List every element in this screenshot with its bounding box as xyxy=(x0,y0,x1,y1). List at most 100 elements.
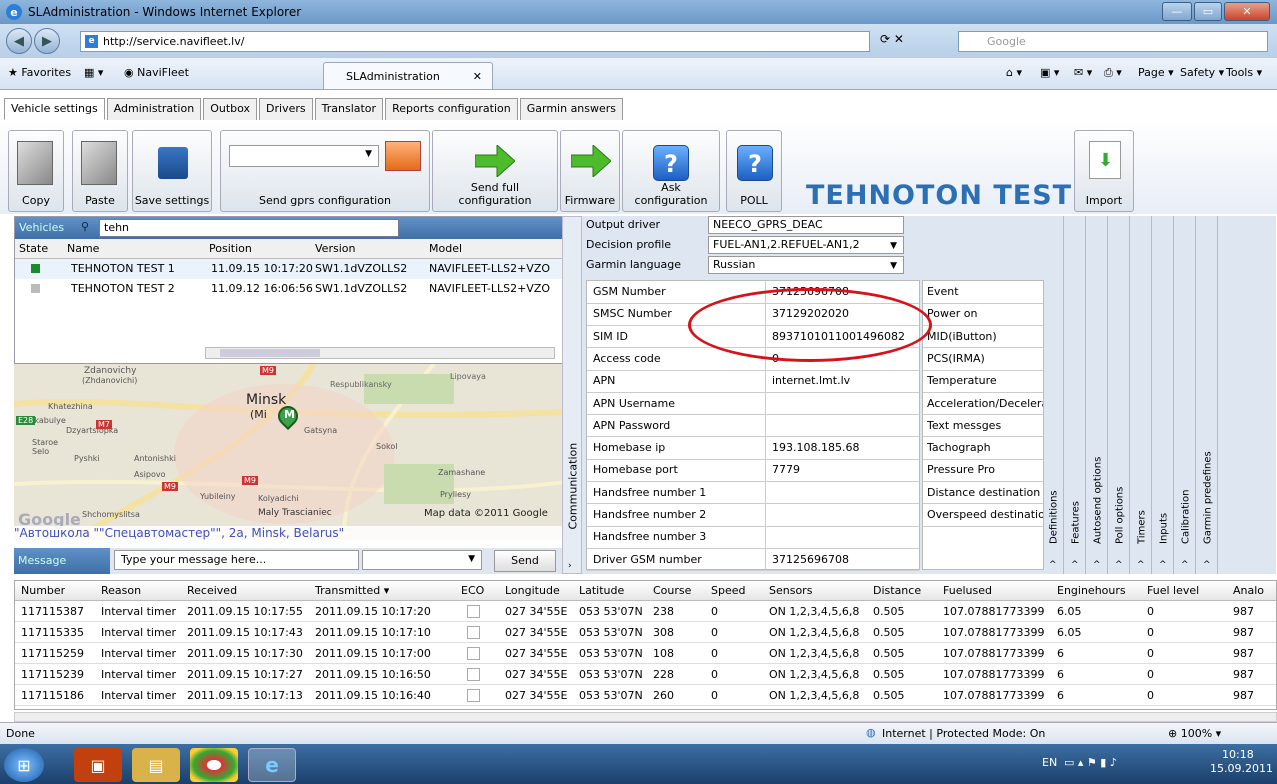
paste-button[interactable]: Paste xyxy=(72,130,128,212)
tab-autosend-options[interactable]: Autosend options ^ xyxy=(1088,216,1108,574)
tab-features[interactable]: Features ^ xyxy=(1066,216,1086,574)
ask-configuration-button[interactable]: ? Ask configuration xyxy=(622,130,720,212)
tools-menu[interactable]: Tools ▾ xyxy=(1226,66,1262,79)
col-fuel-level[interactable]: Fuel level xyxy=(1147,584,1199,597)
forward-button[interactable]: ▶ xyxy=(34,28,60,54)
message-template-select[interactable]: ▼ xyxy=(362,550,482,570)
maximize-button[interactable]: ▭ xyxy=(1194,2,1222,21)
refresh-icon[interactable]: ⟳ ✕ xyxy=(880,32,904,46)
col-longitude[interactable]: Longitude xyxy=(505,584,560,597)
page-menu[interactable]: Page ▾ xyxy=(1138,66,1174,79)
tab-calibration[interactable]: Calibration ^ xyxy=(1176,216,1196,574)
table-row[interactable]: 117115387 Interval timer 2011.09.15 10:17:… xyxy=(15,601,1276,622)
ie-taskbar-icon[interactable]: e xyxy=(248,748,296,782)
event-item[interactable]: MID(iButton) xyxy=(923,326,1043,349)
tab-inputs[interactable]: Inputs ^ xyxy=(1154,216,1174,574)
minimize-button[interactable]: — xyxy=(1162,2,1192,21)
tab-definitions[interactable]: Definitions ^ xyxy=(1044,216,1064,574)
poll-button[interactable]: ? POLL xyxy=(726,130,782,212)
col-transmitted[interactable]: Transmitted ▾ xyxy=(315,584,389,597)
explorer-icon[interactable]: ▤ xyxy=(132,748,180,782)
col-course[interactable]: Course xyxy=(653,584,691,597)
col-model[interactable]: Model xyxy=(429,242,462,255)
param-row[interactable]: Homebase port 7779 xyxy=(587,459,919,483)
tab-garmin-predefines[interactable]: Garmin predefines ^ xyxy=(1198,216,1218,574)
eco-checkbox[interactable] xyxy=(467,689,480,702)
event-item[interactable]: Pressure Pro xyxy=(923,459,1043,483)
table-row[interactable]: 117115186 Interval timer 2011.09.15 10:17:… xyxy=(15,685,1276,706)
map-view[interactable]: Zdanovichy (Zhdanovichi) Minsk (Mi Respu… xyxy=(14,364,566,540)
param-row[interactable]: Homebase ip 193.108.185.68 xyxy=(587,437,919,460)
feeds-icon[interactable]: ▣ ▾ xyxy=(1040,66,1059,79)
garmin-language-select[interactable]: Russian ▼ xyxy=(708,256,904,274)
event-item[interactable]: Temperature xyxy=(923,370,1043,393)
browser-tab-sladministration[interactable]: SLAdministration ✕ xyxy=(323,62,493,89)
event-item[interactable]: Distance destination xyxy=(923,482,1043,505)
table-row[interactable]: 117115239 Interval timer 2011.09.15 10:17:… xyxy=(15,664,1276,685)
scroll-thumb[interactable] xyxy=(220,349,320,357)
firmware-button[interactable]: Firmware xyxy=(560,130,620,212)
col-latitude[interactable]: Latitude xyxy=(579,584,624,597)
send-gprs-button[interactable]: ▼ Send gprs configuration xyxy=(220,130,430,212)
import-button[interactable]: ⬇ Import xyxy=(1074,130,1134,212)
favorites-button[interactable]: ★ Favorites xyxy=(8,66,71,79)
eco-checkbox[interactable] xyxy=(467,626,480,639)
event-item[interactable]: Overspeed destinatio xyxy=(923,504,1043,527)
param-row[interactable]: APN Password xyxy=(587,414,919,438)
col-distance[interactable]: Distance xyxy=(873,584,921,597)
event-item[interactable]: Acceleration/Decelera xyxy=(923,393,1043,416)
grid-hscroll[interactable] xyxy=(14,712,1277,722)
col-fuelused[interactable]: Fuelused xyxy=(943,584,992,597)
col-number[interactable]: Number xyxy=(21,584,65,597)
taskbar-app-icon[interactable]: ▣ xyxy=(74,748,122,782)
col-eco[interactable]: ECO xyxy=(461,584,484,597)
vehicle-row[interactable]: TEHNOTON TEST 2 11.09.12 16:06:56 SW1.1d… xyxy=(15,279,565,299)
tab-vehicle-settings[interactable]: Vehicle settings xyxy=(4,98,105,120)
vehicle-filter-input[interactable]: tehn xyxy=(99,219,399,237)
home-icon[interactable]: ⌂ ▾ xyxy=(1006,66,1022,79)
tab-reports-configuration[interactable]: Reports configuration xyxy=(385,98,518,120)
tab-close-icon[interactable]: ✕ xyxy=(473,70,482,83)
param-row[interactable]: Handsfree number 1 xyxy=(587,481,919,505)
col-state[interactable]: State xyxy=(19,242,48,255)
table-row[interactable]: 117115335 Interval timer 2011.09.15 10:17:… xyxy=(15,622,1276,643)
gprs-config-select[interactable]: ▼ xyxy=(229,145,379,167)
col-speed[interactable]: Speed xyxy=(711,584,745,597)
tab-drivers[interactable]: Drivers xyxy=(259,98,313,120)
message-input[interactable]: Type your message here... xyxy=(114,550,359,570)
col-version[interactable]: Version xyxy=(315,242,355,255)
param-row[interactable]: APN Username xyxy=(587,392,919,416)
vehicle-row[interactable]: TEHNOTON TEST 1 11.09.15 10:17:20 SW1.1d… xyxy=(15,259,565,279)
tab-poll-options[interactable]: Poll options ^ xyxy=(1110,216,1130,574)
tab-administration[interactable]: Administration xyxy=(106,98,202,120)
fav-grid-icon[interactable]: ▦ ▾ xyxy=(84,66,103,79)
print-icon[interactable]: ⎙ ▾ xyxy=(1104,66,1122,80)
safety-menu[interactable]: Safety ▾ xyxy=(1180,66,1224,79)
tab-timers[interactable]: Timers ^ xyxy=(1132,216,1152,574)
event-item[interactable]: Power on xyxy=(923,303,1043,326)
param-row[interactable]: APN internet.lmt.lv xyxy=(587,370,919,393)
close-window-button[interactable]: ✕ xyxy=(1224,2,1270,21)
decision-profile-select[interactable]: FUEL-AN1,2.REFUEL-AN1,2 ▼ xyxy=(708,236,904,254)
tab-outbox[interactable]: Outbox xyxy=(203,98,258,120)
col-enginehours[interactable]: Enginehours xyxy=(1057,584,1126,597)
zoom-control[interactable]: ⊕ 100% ▾ xyxy=(1168,727,1221,740)
communication-tab[interactable]: Communication › xyxy=(562,216,582,574)
event-item[interactable]: Text messges xyxy=(923,415,1043,438)
param-row[interactable]: Handsfree number 3 xyxy=(587,526,919,549)
tray-icons[interactable]: ▭ ▴ ⚑ ▮ ♪ xyxy=(1064,756,1117,769)
event-item[interactable]: Tachograph xyxy=(923,437,1043,460)
col-name[interactable]: Name xyxy=(67,242,99,255)
tab-garmin-answers[interactable]: Garmin answers xyxy=(519,98,624,120)
table-row[interactable]: 117115259 Interval timer 2011.09.15 10:17:… xyxy=(15,643,1276,664)
send-full-config-button[interactable]: Send full configuration xyxy=(432,130,558,212)
back-button[interactable]: ◀ xyxy=(6,28,32,54)
url-input[interactable]: e http://service.navifleet.lv/ xyxy=(80,31,870,52)
search-input[interactable]: Google xyxy=(958,31,1268,52)
tab-translator[interactable]: Translator xyxy=(314,98,384,120)
col-sensors[interactable]: Sensors xyxy=(769,584,812,597)
vehicles-hscroll[interactable] xyxy=(205,347,555,359)
col-analog[interactable]: Analo xyxy=(1233,584,1264,597)
eco-checkbox[interactable] xyxy=(467,647,480,660)
save-settings-button[interactable]: Save settings xyxy=(132,130,212,212)
